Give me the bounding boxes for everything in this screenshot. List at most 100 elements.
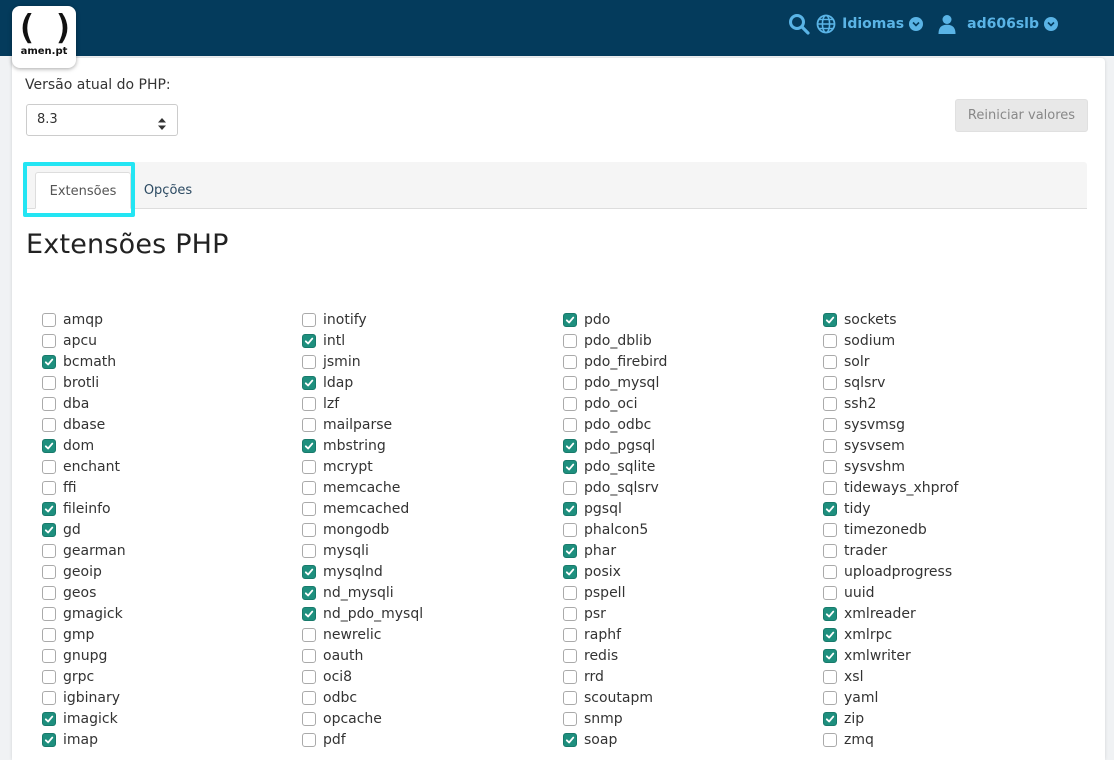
extension-item[interactable]: ssh2 [823,393,876,414]
extension-checkbox[interactable] [823,564,837,579]
extension-checkbox[interactable] [563,480,577,495]
extension-checkbox[interactable] [823,543,837,558]
extension-item[interactable]: bcmath [42,351,116,372]
extension-item[interactable]: rrd [563,666,604,687]
extension-item[interactable]: pgsql [563,498,622,519]
extension-item[interactable]: pdo_sqlite [563,456,655,477]
extension-item[interactable]: trader [823,540,887,561]
extension-item[interactable]: geoip [42,561,102,582]
extension-checkbox[interactable] [302,711,316,726]
extension-checkbox[interactable] [42,690,56,705]
extension-checkbox[interactable] [42,354,56,369]
extension-checkbox[interactable] [823,669,837,684]
extension-checkbox[interactable] [302,606,316,621]
extension-checkbox[interactable] [823,396,837,411]
extension-item[interactable]: pdf [302,729,346,750]
extension-item[interactable]: newrelic [302,624,381,645]
extension-item[interactable]: psr [563,603,606,624]
extension-checkbox[interactable] [563,648,577,663]
extension-checkbox[interactable] [42,438,56,453]
extension-checkbox[interactable] [302,312,316,327]
extension-checkbox[interactable] [42,564,56,579]
extension-checkbox[interactable] [823,480,837,495]
extension-checkbox[interactable] [42,459,56,474]
extension-item[interactable]: gearman [42,540,126,561]
extension-item[interactable]: gmp [42,624,94,645]
extension-item[interactable]: jsmin [302,351,361,372]
extension-checkbox[interactable] [42,333,56,348]
extension-item[interactable]: nd_mysqli [302,582,394,603]
extension-item[interactable]: mysqlnd [302,561,383,582]
extension-checkbox[interactable] [823,333,837,348]
extension-checkbox[interactable] [563,690,577,705]
extension-item[interactable]: dba [42,393,89,414]
extension-checkbox[interactable] [302,459,316,474]
extension-checkbox[interactable] [42,522,56,537]
extension-checkbox[interactable] [823,648,837,663]
extension-item[interactable]: dbase [42,414,105,435]
extension-item[interactable]: memcache [302,477,400,498]
extension-checkbox[interactable] [302,480,316,495]
extension-item[interactable]: sysvmsg [823,414,905,435]
extension-item[interactable]: mysqli [302,540,369,561]
extension-checkbox[interactable] [42,396,56,411]
extension-item[interactable]: odbc [302,687,357,708]
extension-item[interactable]: sodium [823,330,895,351]
extension-item[interactable]: nd_pdo_mysql [302,603,423,624]
extension-checkbox[interactable] [42,711,56,726]
extension-item[interactable]: pdo_pgsql [563,435,655,456]
extension-item[interactable]: soap [563,729,617,750]
languages-menu[interactable]: Idiomas [816,14,924,34]
extension-item[interactable]: pdo_oci [563,393,638,414]
extension-checkbox[interactable] [823,732,837,747]
extension-item[interactable]: pdo_firebird [563,351,667,372]
extension-checkbox[interactable] [563,564,577,579]
extension-checkbox[interactable] [563,354,577,369]
extension-checkbox[interactable] [563,438,577,453]
extension-item[interactable]: grpc [42,666,94,687]
extension-checkbox[interactable] [302,354,316,369]
extension-item[interactable]: pdo_odbc [563,414,651,435]
extension-item[interactable]: xmlrpc [823,624,892,645]
extension-item[interactable]: geos [42,582,96,603]
extension-checkbox[interactable] [302,396,316,411]
extension-checkbox[interactable] [302,501,316,516]
extension-item[interactable]: pdo_sqlsrv [563,477,659,498]
extension-item[interactable]: apcu [42,330,97,351]
extension-checkbox[interactable] [823,711,837,726]
extension-checkbox[interactable] [42,417,56,432]
extension-checkbox[interactable] [563,585,577,600]
extension-item[interactable]: enchant [42,456,120,477]
extension-checkbox[interactable] [42,312,56,327]
extension-item[interactable]: scoutapm [563,687,653,708]
extension-item[interactable]: fileinfo [42,498,111,519]
extension-checkbox[interactable] [302,648,316,663]
extension-item[interactable]: gd [42,519,81,540]
extension-checkbox[interactable] [302,564,316,579]
extension-checkbox[interactable] [42,648,56,663]
extension-item[interactable]: tidy [823,498,871,519]
extension-checkbox[interactable] [823,585,837,600]
extension-checkbox[interactable] [563,333,577,348]
extension-checkbox[interactable] [563,375,577,390]
search-icon[interactable] [788,13,810,35]
extension-item[interactable]: snmp [563,708,623,729]
extension-item[interactable]: igbinary [42,687,120,708]
extension-item[interactable]: imagick [42,708,118,729]
extension-item[interactable]: oauth [302,645,363,666]
extension-checkbox[interactable] [302,627,316,642]
extension-item[interactable]: phar [563,540,616,561]
extension-item[interactable]: solr [823,351,870,372]
amen-logo[interactable]: ( ) amen.pt [12,6,76,68]
extension-checkbox[interactable] [302,522,316,537]
extension-checkbox[interactable] [302,333,316,348]
extension-item[interactable]: memcached [302,498,409,519]
extension-item[interactable]: inotify [302,309,367,330]
extension-item[interactable]: pdo [563,309,610,330]
extension-checkbox[interactable] [563,459,577,474]
extension-checkbox[interactable] [823,522,837,537]
extension-checkbox[interactable] [823,354,837,369]
extension-checkbox[interactable] [563,669,577,684]
extension-item[interactable]: gmagick [42,603,123,624]
extension-checkbox[interactable] [563,501,577,516]
